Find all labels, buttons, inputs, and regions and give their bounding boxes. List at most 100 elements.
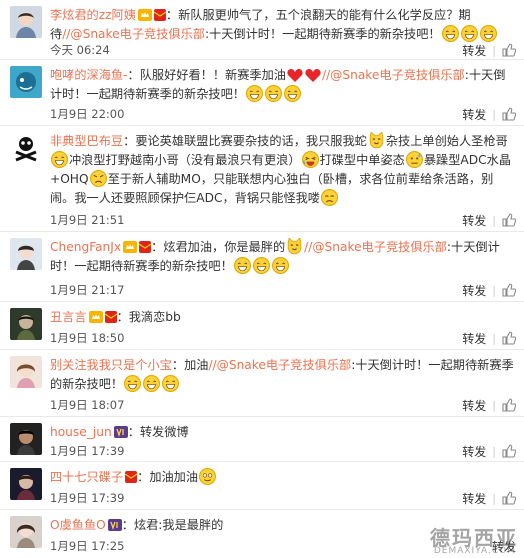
vip-badge-icon[interactable] (107, 519, 122, 531)
comment-item: 四十七只碟子 ：加油加油 1月9日 17:39 转发 | (0, 462, 524, 510)
red-envelope-icon[interactable] (125, 471, 138, 483)
mention-link[interactable]: //@Snake电子竞技俱乐部 (208, 358, 351, 372)
smile-emoji-icon (199, 468, 217, 485)
like-button[interactable] (502, 398, 516, 412)
comment-body: 丑言言 ：我滴恋bb (50, 310, 181, 324)
repost-button[interactable]: 转发 (492, 538, 516, 555)
mention-link[interactable]: //@Snake电子竞技俱乐部 (322, 68, 465, 82)
cat-emoji-icon (368, 132, 385, 149)
comment-author[interactable]: ChengFanJx (50, 240, 121, 254)
comment-body: 咆哮的深海鱼-：队服好好看！！新赛季加油//@Snake电子竞技俱乐部:十天倒计… (50, 68, 506, 102)
comment-item: 别关注我我只是个小宝：加油//@Snake电子竞技俱乐部:十天倒计时！一起期待新… (0, 350, 524, 417)
avatar[interactable] (10, 308, 42, 340)
sad-emoji-icon (320, 189, 338, 206)
grin-emoji-icon (124, 375, 142, 392)
like-button[interactable] (502, 331, 516, 345)
mention-link[interactable]: //@Snake电子竞技俱乐部 (304, 240, 447, 254)
comment-item: O虞鱼鱼O ：炫君:我是最胖的 1月9日 17:25 转发 (0, 510, 524, 558)
avatar[interactable] (10, 132, 42, 164)
comment-item: 丑言言 ：我滴恋bb 1月9日 18:50 转发 | (0, 302, 524, 350)
thumbs-up-icon (502, 398, 516, 412)
comment-author[interactable]: O虞鱼鱼O (50, 518, 106, 532)
repost-button[interactable]: 转发 (462, 106, 486, 123)
thumbs-up-icon (502, 331, 516, 345)
vip-crown-icon[interactable] (137, 9, 152, 21)
grin-emoji-icon (143, 375, 161, 392)
comment-item: ChengFanJx ：炫君加油，你是最胖的//@Snake电子竞技俱乐部:十天倒… (0, 232, 524, 302)
like-button[interactable] (502, 491, 516, 505)
thumbs-up-icon (502, 213, 516, 227)
avatar[interactable] (10, 66, 42, 98)
avatar[interactable] (10, 423, 42, 455)
repost-button[interactable]: 转发 (462, 212, 486, 229)
comment-item: 咆哮的深海鱼-：队服好好看！！新赛季加油//@Snake电子竞技俱乐部:十天倒计… (0, 60, 524, 126)
divider: | (492, 331, 496, 345)
comment-author[interactable]: 咆哮的深海鱼- (50, 68, 128, 82)
comment-time: 1月9日 22:00 (50, 107, 125, 121)
divider: | (492, 107, 496, 121)
comment-item: house_jun ：转发微博 1月9日 17:39 转发 | (0, 417, 524, 462)
repost-button[interactable]: 转发 (462, 443, 486, 460)
comment-time: 今天 06:24 (50, 43, 110, 57)
avatar[interactable] (10, 238, 42, 270)
heart-emoji-icon (305, 68, 321, 83)
grin-emoji-icon (252, 257, 270, 274)
thumbs-up-icon (502, 444, 516, 458)
cat-emoji-icon (286, 238, 303, 255)
laugh-emoji-icon (301, 151, 319, 168)
vip-badge-icon[interactable] (113, 426, 128, 438)
avatar[interactable] (10, 468, 42, 500)
avatar[interactable] (10, 516, 42, 548)
avatar[interactable] (10, 356, 42, 388)
grin-emoji-icon (51, 151, 68, 168)
divider: | (492, 283, 496, 297)
comment-author[interactable]: 李炫君的zz阿姨 (50, 8, 136, 22)
divider: | (492, 213, 496, 227)
grin-emoji-icon (271, 257, 289, 274)
vip-crown-icon[interactable] (88, 311, 103, 323)
comment-time: 1月9日 18:07 (50, 398, 125, 412)
like-button[interactable] (502, 213, 516, 227)
comment-author[interactable]: 别关注我我只是个小宝 (50, 358, 172, 372)
comment-feed: 李炫君的zz阿姨 ：新队服更帅气了，五个浪翻天的能有什么化学反应？期待//@Sna… (0, 0, 524, 558)
comment-time: 1月9日 17:25 (50, 539, 125, 553)
comment-item: 非典型巴布豆：要论英雄联盟比赛要杂技的话，我只服我蛇 杂技上单创始人圣枪哥 冲浪型打… (0, 126, 524, 232)
like-button[interactable] (502, 444, 516, 458)
thumbs-up-icon (502, 107, 516, 121)
comment-time: 1月9日 18:50 (50, 331, 125, 345)
comment-time: 1月9日 17:39 (50, 491, 125, 505)
comment-time: 1月9日 21:17 (50, 283, 125, 297)
comment-author[interactable]: house_jun (50, 425, 112, 439)
divider: | (492, 398, 496, 412)
grin-emoji-icon (246, 85, 263, 102)
red-envelope-icon[interactable] (153, 9, 166, 21)
comment-body: 别关注我我只是个小宝：加油//@Snake电子竞技俱乐部:十天倒计时！一起期待新… (50, 358, 514, 392)
grin-emoji-icon (233, 257, 251, 274)
comment-body: O虞鱼鱼O ：炫君:我是最胖的 (50, 518, 224, 532)
sweat-emoji-icon (405, 151, 423, 168)
grin-emoji-icon (162, 375, 180, 392)
comment-author[interactable]: 丑言言 (50, 310, 87, 324)
comment-body: 四十七只碟子 ：加油加油 (50, 468, 516, 487)
comment-author[interactable]: 四十七只碟子 (50, 470, 123, 484)
vip-crown-icon[interactable] (123, 241, 138, 253)
comment-body: house_jun ：转发微博 (50, 425, 189, 439)
red-envelope-icon[interactable] (139, 241, 152, 253)
red-envelope-icon[interactable] (104, 311, 117, 323)
repost-button[interactable]: 转发 (462, 330, 486, 347)
comment-time: 1月9日 21:51 (50, 213, 125, 227)
divider: | (492, 491, 496, 505)
comment-body: ChengFanJx ：炫君加油，你是最胖的//@Snake电子竞技俱乐部:十天倒… (50, 238, 500, 274)
thumbs-up-icon (502, 491, 516, 505)
like-button[interactable] (502, 107, 516, 121)
like-button[interactable] (502, 283, 516, 297)
mention-link[interactable]: //@Snake电子竞技俱乐部 (62, 27, 205, 41)
repost-button[interactable]: 转发 (462, 490, 486, 507)
comment-item: 李炫君的zz阿姨 ：新队服更帅气了，五个浪翻天的能有什么化学反应？期待//@Sna… (0, 0, 524, 60)
comment-author[interactable]: 非典型巴布豆 (50, 134, 123, 148)
like-button[interactable] (502, 43, 516, 57)
avatar[interactable] (10, 6, 42, 38)
repost-button[interactable]: 转发 (462, 397, 486, 414)
repost-button[interactable]: 转发 (462, 42, 486, 59)
repost-button[interactable]: 转发 (462, 282, 486, 299)
